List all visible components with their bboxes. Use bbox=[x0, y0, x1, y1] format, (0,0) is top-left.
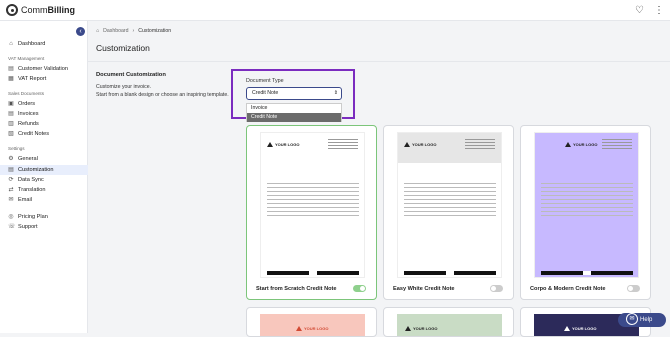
sidebar-item-vat-report[interactable]: ▦ VAT Report bbox=[0, 74, 88, 84]
breadcrumb-current: Customization bbox=[138, 28, 172, 34]
breadcrumb-dashboard[interactable]: Dashboard bbox=[103, 28, 128, 34]
sidebar-item-credit-notes[interactable]: ▧ Credit Notes bbox=[0, 129, 88, 139]
document-type-dropdown: Invoice Credit Note bbox=[246, 103, 342, 122]
section-title: Document Customization bbox=[96, 72, 166, 78]
sidebar-item-email[interactable]: ✉ Email bbox=[0, 195, 88, 205]
logo-triangle-icon bbox=[296, 326, 302, 331]
home-icon: ⌂ bbox=[9, 41, 13, 47]
section-description: Customize your invoice. Start from a bla… bbox=[96, 84, 229, 98]
translate-icon: ⇄ bbox=[8, 187, 14, 193]
logo-triangle-icon bbox=[267, 142, 273, 147]
select-arrows-icon: ⇕ bbox=[333, 90, 338, 96]
sidebar-item-dashboard[interactable]: ⌂ Dashboard bbox=[0, 39, 88, 49]
sidebar-item-orders[interactable]: ▣ Orders bbox=[0, 99, 88, 109]
app-logo[interactable]: CommBilling bbox=[6, 4, 75, 16]
page-title: Customization bbox=[96, 43, 150, 53]
sidebar-item-pricing-plan[interactable]: ◎ Pricing Plan bbox=[0, 212, 88, 222]
template-card-scratch[interactable]: YOUR LOGO Start from Scratch Credit Note bbox=[246, 125, 377, 300]
sync-icon: ⟳ bbox=[8, 177, 14, 183]
template-preview: YOUR LOGO bbox=[397, 132, 502, 278]
chevron-right-icon: › bbox=[132, 28, 135, 34]
sidebar-item-customization[interactable]: ▤ Customization bbox=[0, 165, 88, 175]
sidebar-collapse-button[interactable]: ‹ bbox=[76, 27, 85, 36]
template-preview: YOUR LOGO bbox=[397, 314, 502, 336]
logo-triangle-icon bbox=[404, 142, 410, 147]
template-preview: YOUR LOGO bbox=[260, 132, 365, 278]
chevron-left-icon: ‹ bbox=[79, 28, 82, 35]
app-name-suffix: Billing bbox=[47, 5, 76, 15]
sidebar-item-translation[interactable]: ⇄ Translation bbox=[0, 185, 88, 195]
template-preview: YOUR LOGO bbox=[534, 132, 639, 278]
template-name: Corpo & Modern Credit Note bbox=[530, 286, 606, 292]
sidebar-item-refunds[interactable]: ▥ Refunds bbox=[0, 119, 88, 129]
cart-icon: ▣ bbox=[8, 101, 14, 107]
main-content: ⌂ Dashboard › Customization Customizatio… bbox=[88, 21, 670, 337]
sidebar: ‹ ⌂ Dashboard VAT Management ▤ Customer Va… bbox=[0, 21, 88, 333]
divider bbox=[88, 61, 670, 62]
template-card-corpo-modern[interactable]: YOUR LOGO Corpo & Modern Credit Note bbox=[520, 125, 651, 300]
credit-note-icon: ▧ bbox=[8, 131, 14, 137]
sidebar-item-invoices[interactable]: ▤ Invoices bbox=[0, 109, 88, 119]
customize-icon: ▤ bbox=[8, 167, 14, 173]
sidebar-item-data-sync[interactable]: ⟳ Data Sync bbox=[0, 175, 88, 185]
heart-icon[interactable]: ♡ bbox=[635, 5, 644, 16]
refund-icon: ▥ bbox=[8, 121, 14, 127]
template-toggle[interactable] bbox=[627, 285, 640, 292]
invoice-icon: ▤ bbox=[8, 111, 14, 117]
app-name-prefix: Comm bbox=[21, 5, 48, 15]
section-label-sales: Sales Documents bbox=[8, 91, 45, 96]
template-toggle[interactable] bbox=[353, 285, 366, 292]
template-preview: YOUR LOGO bbox=[260, 314, 365, 336]
option-invoice[interactable]: Invoice bbox=[247, 104, 341, 113]
template-name: Start from Scratch Credit Note bbox=[256, 286, 337, 292]
home-icon: ⌂ bbox=[96, 28, 100, 34]
document-icon: ▤ bbox=[8, 66, 14, 72]
section-label-vat: VAT Management bbox=[8, 56, 45, 61]
chat-icon[interactable]: ✉ bbox=[626, 313, 638, 325]
support-icon: ☏ bbox=[8, 224, 16, 230]
more-vertical-icon[interactable]: ⋮ bbox=[654, 5, 664, 16]
document-type-select[interactable]: Credit Note ⇕ bbox=[246, 87, 342, 100]
logo-triangle-icon bbox=[405, 326, 411, 331]
template-name: Easy White Credit Note bbox=[393, 286, 455, 292]
report-icon: ▦ bbox=[8, 76, 14, 82]
sidebar-item-support[interactable]: ☏ Support bbox=[0, 222, 88, 232]
sidebar-item-general[interactable]: ⚙ General bbox=[0, 154, 88, 164]
logo-icon bbox=[6, 4, 18, 16]
logo-triangle-icon bbox=[565, 142, 571, 147]
option-credit-note[interactable]: Credit Note bbox=[247, 113, 341, 122]
logo-triangle-icon bbox=[564, 326, 570, 331]
pricing-icon: ◎ bbox=[8, 214, 14, 220]
template-toggle[interactable] bbox=[490, 285, 503, 292]
sidebar-item-customer-validation[interactable]: ▤ Customer Validation bbox=[0, 64, 88, 74]
mail-icon: ✉ bbox=[8, 197, 14, 203]
top-bar: CommBilling ♡ ⋮ bbox=[0, 0, 670, 21]
breadcrumb: ⌂ Dashboard › Customization bbox=[96, 28, 171, 34]
template-card-easy-white[interactable]: YOUR LOGO Easy White Credit Note bbox=[383, 125, 514, 300]
section-label-settings: Settings bbox=[8, 146, 25, 151]
document-type-label: Document Type bbox=[246, 78, 284, 84]
gear-icon: ⚙ bbox=[8, 156, 14, 162]
